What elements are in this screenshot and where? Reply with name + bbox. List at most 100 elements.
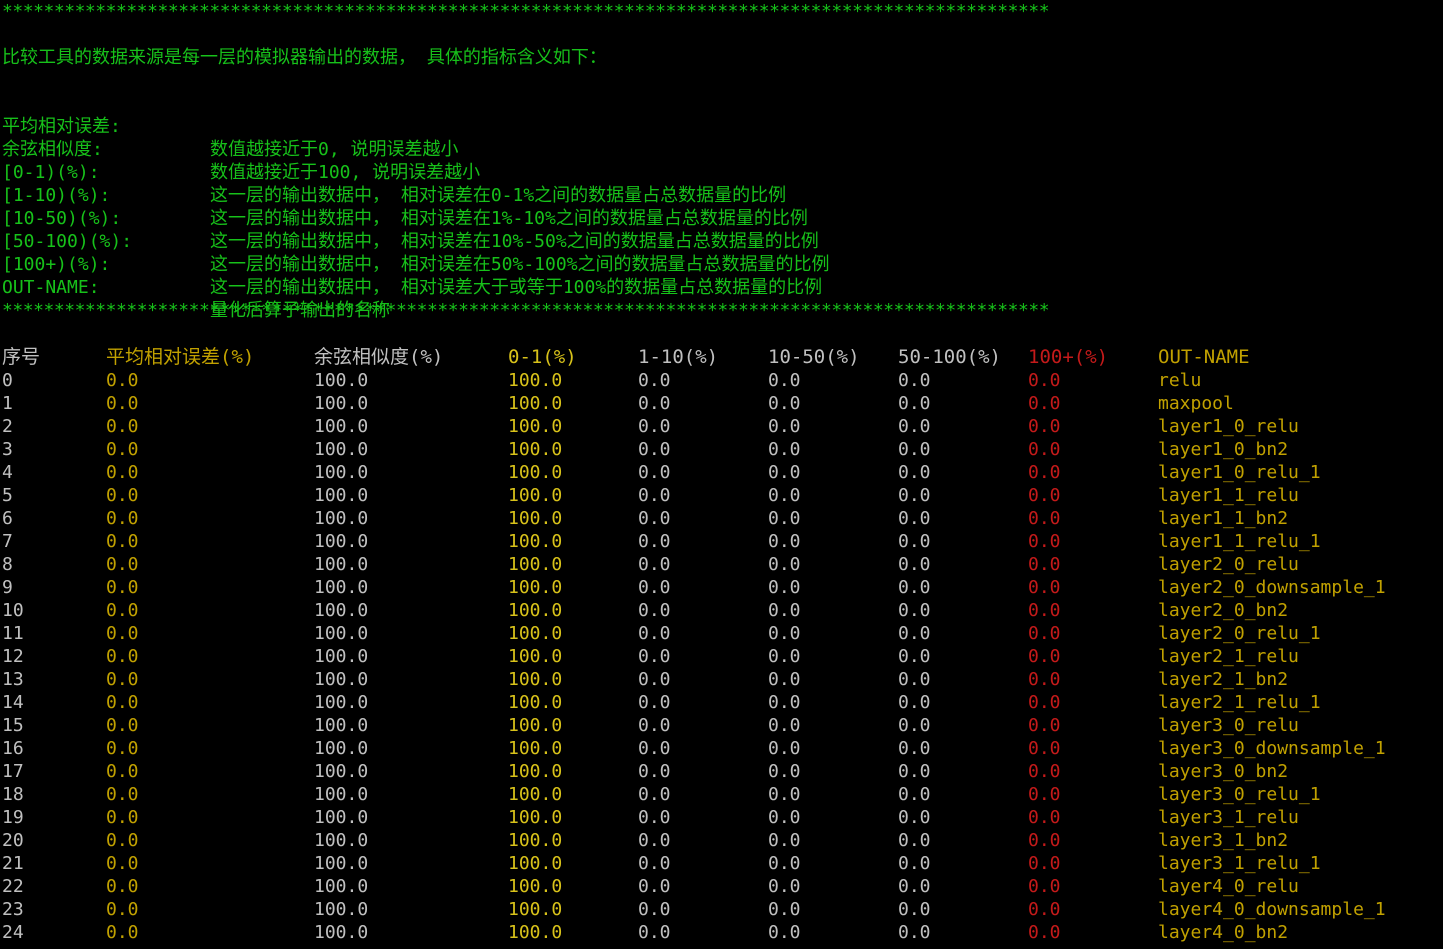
cell-100-plus: 0.0 [1028,715,1061,736]
cell-out-name: layer1_1_relu [1158,485,1299,506]
cell-mean-rel-err: 0.0 [106,807,139,828]
cell-index: 3 [2,439,13,460]
cell-0-1: 100.0 [508,922,563,943]
cell-10-50: 0.0 [768,370,801,391]
cell-0-1: 100.0 [508,830,563,851]
cell-50-100: 0.0 [898,439,931,460]
cell-index: 8 [2,554,13,575]
header-10-50: 10-50(%) [768,346,860,368]
cell-index: 1 [2,393,13,414]
cell-mean-rel-err: 0.0 [106,761,139,782]
cell-out-name: layer1_1_bn2 [1158,508,1289,529]
cell-0-1: 100.0 [508,623,563,644]
cell-50-100: 0.0 [898,577,931,598]
cell-cosine: 100.0 [314,761,369,782]
cell-out-name: layer4_0_bn2 [1158,922,1289,943]
legend-row: [100+)(%): 这一层的输出数据中， 相对误差大于或等于100%的数据量占… [2,230,822,298]
cell-mean-rel-err: 0.0 [106,577,139,598]
legend-row: [10-50)(%): 这一层的输出数据中， 相对误差在10%-50%之间的数据… [2,184,819,252]
cell-cosine: 100.0 [314,853,369,874]
cell-1-10: 0.0 [638,784,671,805]
cell-0-1: 100.0 [508,531,563,552]
cell-out-name: layer2_0_relu_1 [1158,623,1321,644]
cell-1-10: 0.0 [638,577,671,598]
cell-out-name: layer3_0_bn2 [1158,761,1289,782]
cell-index: 24 [2,922,24,943]
cell-50-100: 0.0 [898,646,931,667]
cell-100-plus: 0.0 [1028,922,1061,943]
cell-index: 12 [2,646,24,667]
cell-cosine: 100.0 [314,393,369,414]
legend-row: 平均相对误差: 数值越接近于0, 说明误差越小 [2,92,459,160]
cell-100-plus: 0.0 [1028,600,1061,621]
cell-index: 11 [2,623,24,644]
cell-100-plus: 0.0 [1028,646,1061,667]
legend-row: [1-10)(%): 这一层的输出数据中， 相对误差在1%-10%之间的数据量占… [2,161,808,229]
cell-0-1: 100.0 [508,876,563,897]
cell-50-100: 0.0 [898,600,931,621]
cell-1-10: 0.0 [638,462,671,483]
legend-row: [50-100)(%): 这一层的输出数据中， 相对误差在50%-100%之间的… [2,207,830,275]
legend-value: 数值越接近于100, 说明误差越小 [210,162,481,183]
cell-out-name: layer3_1_relu [1158,807,1299,828]
cell-cosine: 100.0 [314,439,369,460]
header-100-plus: 100+(%) [1028,346,1109,368]
cell-index: 23 [2,899,24,920]
cell-index: 20 [2,830,24,851]
cell-10-50: 0.0 [768,692,801,713]
cell-0-1: 100.0 [508,554,563,575]
cell-cosine: 100.0 [314,692,369,713]
cell-index: 16 [2,738,24,759]
cell-100-plus: 0.0 [1028,807,1061,828]
cell-out-name: layer3_1_bn2 [1158,830,1289,851]
cell-0-1: 100.0 [508,807,563,828]
cell-1-10: 0.0 [638,439,671,460]
cell-1-10: 0.0 [638,807,671,828]
cell-100-plus: 0.0 [1028,623,1061,644]
cell-10-50: 0.0 [768,462,801,483]
cell-cosine: 100.0 [314,531,369,552]
cell-50-100: 0.0 [898,899,931,920]
cell-out-name: layer1_0_relu_1 [1158,462,1321,483]
cell-cosine: 100.0 [314,738,369,759]
cell-index: 9 [2,577,13,598]
cell-mean-rel-err: 0.0 [106,439,139,460]
cell-out-name: layer1_1_relu_1 [1158,531,1321,552]
cell-10-50: 0.0 [768,807,801,828]
cell-50-100: 0.0 [898,669,931,690]
cell-mean-rel-err: 0.0 [106,554,139,575]
cell-10-50: 0.0 [768,416,801,437]
legend-value: 这一层的输出数据中， 相对误差在1%-10%之间的数据量占总数据量的比例 [210,208,808,229]
cell-50-100: 0.0 [898,416,931,437]
cell-0-1: 100.0 [508,508,563,529]
cell-index: 18 [2,784,24,805]
cell-out-name: layer4_0_downsample_1 [1158,899,1386,920]
cell-10-50: 0.0 [768,922,801,943]
cell-50-100: 0.0 [898,784,931,805]
cell-out-name: layer1_0_bn2 [1158,439,1289,460]
cell-out-name: layer2_1_relu [1158,646,1299,667]
cell-100-plus: 0.0 [1028,393,1061,414]
cell-100-plus: 0.0 [1028,876,1061,897]
cell-50-100: 0.0 [898,508,931,529]
cell-index: 14 [2,692,24,713]
cell-out-name: layer2_1_bn2 [1158,669,1289,690]
cell-50-100: 0.0 [898,485,931,506]
cell-cosine: 100.0 [314,669,369,690]
header-mean-rel-err: 平均相对误差(%) [106,346,255,368]
cell-out-name: layer4_0_relu [1158,876,1299,897]
cell-1-10: 0.0 [638,692,671,713]
cell-10-50: 0.0 [768,485,801,506]
cell-index: 13 [2,669,24,690]
cell-100-plus: 0.0 [1028,853,1061,874]
cell-mean-rel-err: 0.0 [106,416,139,437]
cell-100-plus: 0.0 [1028,462,1061,483]
cell-cosine: 100.0 [314,899,369,920]
cell-1-10: 0.0 [638,508,671,529]
cell-100-plus: 0.0 [1028,738,1061,759]
header-cosine: 余弦相似度(%) [314,346,444,368]
cell-1-10: 0.0 [638,830,671,851]
legend-value: 这一层的输出数据中， 相对误差在0-1%之间的数据量占总数据量的比例 [210,185,787,206]
separator-bottom: ****************************************… [2,300,1050,321]
cell-50-100: 0.0 [898,853,931,874]
